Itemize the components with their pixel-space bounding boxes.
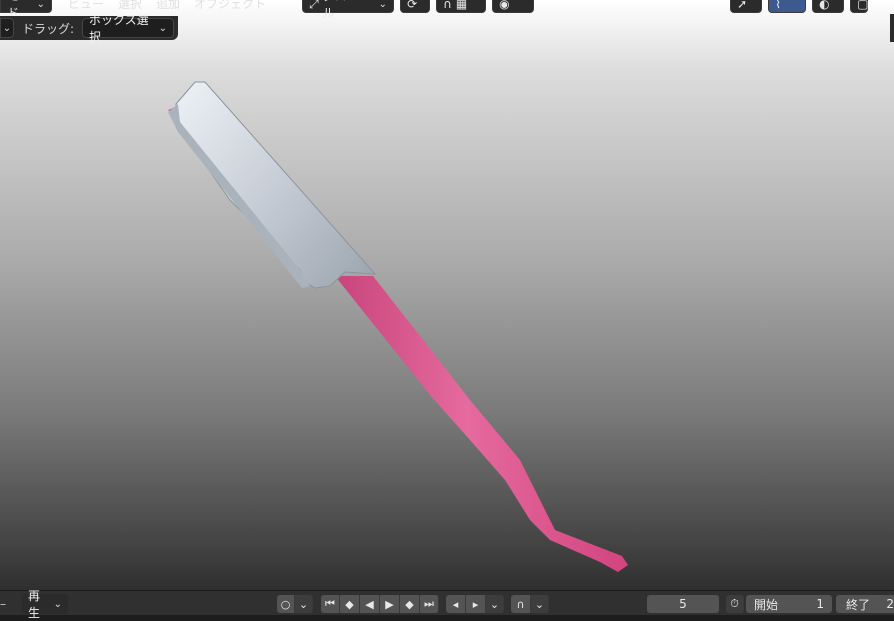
jump-end-icon: ⏭ bbox=[424, 597, 434, 610]
playback-dropdown[interactable]: 再生 ⌄ bbox=[22, 589, 68, 620]
chevron-down-icon: ⌄ bbox=[489, 597, 500, 611]
preview-range-toggle[interactable]: ⏱ bbox=[726, 595, 744, 613]
proportional-editing-toggle[interactable]: ◉ bbox=[492, 0, 535, 13]
prev-keyframe-icon: ◆ bbox=[345, 597, 354, 611]
drag-mode-value: ボックス選択 bbox=[89, 13, 149, 44]
current-frame-value: 5 bbox=[679, 597, 687, 611]
timeline-snap-dropdown[interactable]: ⌄ bbox=[531, 595, 549, 613]
tool-dropdown[interactable]: ⌄ bbox=[0, 18, 14, 38]
timeline-snap-icon: ∩ bbox=[516, 597, 525, 611]
gizmo-icon: ➚ bbox=[737, 0, 748, 11]
razor-object[interactable] bbox=[0, 0, 894, 590]
play-button[interactable]: ▶ bbox=[380, 595, 400, 613]
frame-end-value: 2 bbox=[886, 597, 894, 611]
frame-start-value: 1 bbox=[816, 597, 824, 611]
drag-label: ドラッグ: bbox=[22, 21, 75, 36]
overlay-dropdown[interactable]: ⌇ bbox=[768, 0, 807, 13]
chevron-down-icon: ⌄ bbox=[53, 598, 62, 610]
shading-icon: ▢ bbox=[857, 0, 869, 11]
record-icon: ○ bbox=[280, 597, 291, 611]
keying-dropdown[interactable]: ⌄ bbox=[295, 595, 313, 613]
stopwatch-icon: ⏱ bbox=[730, 597, 739, 610]
proportional-editing-icon: ◉ bbox=[499, 0, 510, 11]
frame-step-dropdown[interactable]: ⌄ bbox=[486, 595, 504, 613]
frame-end-label: 終了 bbox=[846, 597, 871, 612]
timeline-editor-type[interactable]: – bbox=[0, 595, 14, 613]
3d-viewport[interactable]: モード ⌄ ビュー 選択 追加 オブジェクト ⤢ グローバル ⌄ ⟳ ∩ ▦ ◉… bbox=[0, 0, 894, 590]
play-icon: ▶ bbox=[385, 597, 394, 611]
chevron-down-icon: ⌄ bbox=[36, 0, 45, 10]
chevron-down-icon: ⌄ bbox=[2, 22, 12, 34]
next-frame-button[interactable]: ▸ bbox=[466, 595, 486, 613]
tool-settings-bar: ⌄ ドラッグ: ボックス選択 ⌄ bbox=[0, 13, 178, 44]
pivot-icon: ⟳ bbox=[407, 0, 418, 11]
current-frame-field[interactable]: 5 bbox=[647, 595, 719, 613]
snap-dropdown[interactable]: ∩ ▦ bbox=[436, 0, 487, 13]
timeline-header: – 再生 ⌄ ○ ⌄ ⏮ ◆ ◀ ▶ ◆ ⏭ ◂ ▸ ⌄ ∩ ⌄ 5 ⏱ 開始 … bbox=[0, 589, 894, 620]
xray-icon: ◐ bbox=[819, 0, 830, 11]
chevron-down-icon: ⌄ bbox=[378, 0, 388, 10]
sidebar-toggle-edge[interactable] bbox=[890, 14, 894, 42]
frame-start-field[interactable]: 開始 1 bbox=[746, 595, 832, 613]
next-keyframe-icon: ◆ bbox=[405, 597, 414, 611]
overlay-icon: ⌇ bbox=[775, 0, 781, 11]
playback-label: 再生 bbox=[28, 589, 41, 620]
shading-solid[interactable]: ▢ bbox=[850, 0, 868, 13]
razor-handle bbox=[335, 276, 628, 572]
play-reverse-icon: ◀ bbox=[365, 597, 374, 611]
menu-add[interactable]: 追加 bbox=[156, 0, 180, 12]
next-keyframe-button[interactable]: ◆ bbox=[400, 595, 420, 613]
mode-selector[interactable]: モード ⌄ bbox=[0, 0, 52, 20]
frame-end-field[interactable]: 終了 2 bbox=[836, 595, 894, 613]
jump-end-button[interactable]: ⏭ bbox=[420, 595, 439, 613]
jump-start-icon: ⏮ bbox=[325, 597, 335, 610]
chevron-down-icon: ⌄ bbox=[298, 597, 309, 611]
xray-toggle[interactable]: ◐ bbox=[812, 0, 845, 13]
prev-keyframe-button[interactable]: ◆ bbox=[340, 595, 360, 613]
prev-frame-icon: ◂ bbox=[452, 597, 459, 611]
menu-view[interactable]: ビュー bbox=[68, 0, 104, 12]
timeline-snap-toggle[interactable]: ∩ bbox=[511, 595, 531, 613]
magnet-icon: ∩ bbox=[443, 0, 452, 11]
play-reverse-button[interactable]: ◀ bbox=[360, 595, 380, 613]
gizmo-dropdown[interactable]: ➚ bbox=[730, 0, 763, 13]
pivot-dropdown[interactable]: ⟳ bbox=[400, 0, 431, 13]
frame-start-label: 開始 bbox=[754, 597, 779, 612]
menu-object[interactable]: オブジェクト bbox=[194, 0, 266, 12]
snap-grid-icon: ▦ bbox=[455, 0, 468, 11]
razor-blade-head bbox=[175, 81, 377, 289]
next-frame-icon: ▸ bbox=[472, 597, 479, 611]
drag-mode-dropdown[interactable]: ボックス選択 ⌄ bbox=[82, 13, 175, 44]
chevron-down-icon: ⌄ bbox=[534, 597, 545, 611]
dash-icon: – bbox=[0, 597, 6, 611]
prev-frame-button[interactable]: ◂ bbox=[446, 595, 466, 613]
autokey-button[interactable]: ○ bbox=[277, 595, 295, 613]
transform-orientation-dropdown[interactable]: ⤢ グローバル ⌄ bbox=[302, 0, 395, 20]
menu-select[interactable]: 選択 bbox=[118, 0, 142, 12]
chevron-down-icon: ⌄ bbox=[158, 22, 168, 34]
jump-start-button[interactable]: ⏮ bbox=[321, 595, 340, 613]
transform-orientation-icon: ⤢ bbox=[309, 0, 319, 11]
transform-orientation-label: グローバル bbox=[322, 0, 371, 20]
